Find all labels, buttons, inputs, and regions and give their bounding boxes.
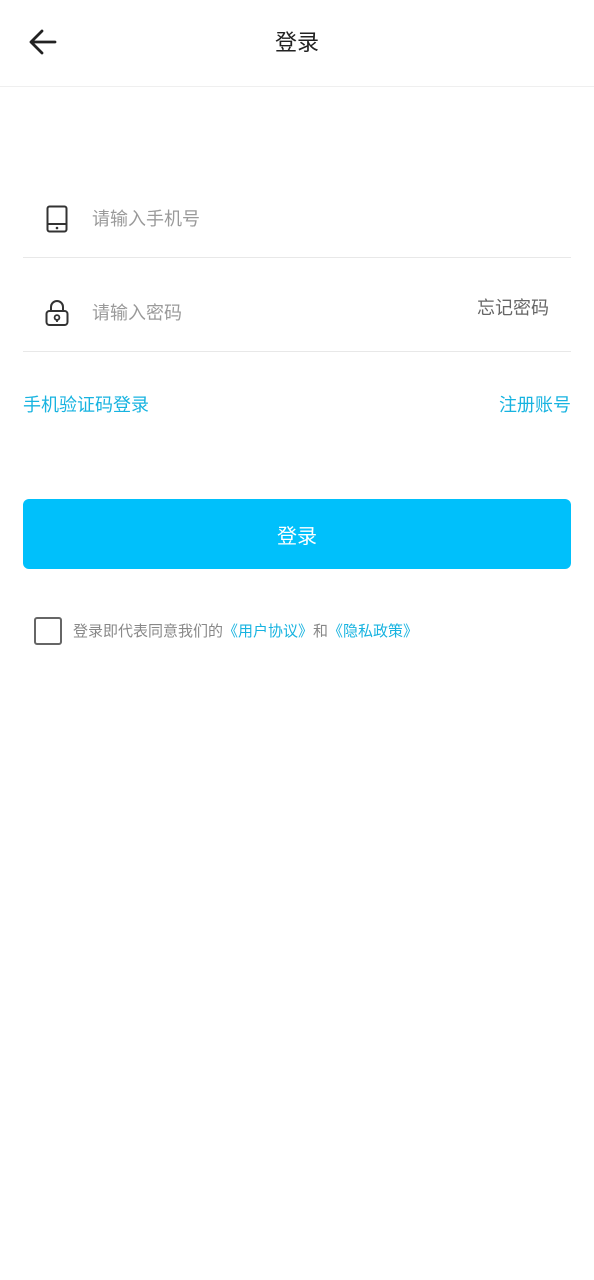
forgot-password-link[interactable]: 忘记密码: [477, 296, 549, 322]
login-options-row: 手机验证码登录 注册账号: [23, 392, 571, 420]
agreement-row: 登录即代表同意我们的《用户协议》和《隐私政策》: [34, 616, 418, 646]
agreement-prefix: 登录即代表同意我们的: [73, 622, 224, 640]
phone-input[interactable]: [92, 202, 452, 236]
privacy-policy-link[interactable]: 《隐私政策》: [328, 622, 418, 640]
agreement-text: 登录即代表同意我们的《用户协议》和《隐私政策》: [73, 619, 418, 643]
top-bar: 登录: [0, 0, 594, 87]
password-input[interactable]: [92, 296, 452, 330]
register-link[interactable]: 注册账号: [499, 392, 571, 420]
password-field: 忘记密码: [23, 258, 571, 352]
agreement-checkbox[interactable]: [34, 617, 62, 645]
lock-icon: [43, 298, 71, 328]
user-agreement-link[interactable]: 《用户协议》: [223, 622, 313, 640]
phone-icon: [43, 204, 71, 234]
login-button[interactable]: 登录: [23, 499, 571, 569]
sms-login-link[interactable]: 手机验证码登录: [23, 392, 149, 420]
page-title: 登录: [274, 31, 319, 56]
phone-field: [23, 164, 571, 258]
agreement-conjunction: 和: [313, 622, 329, 640]
